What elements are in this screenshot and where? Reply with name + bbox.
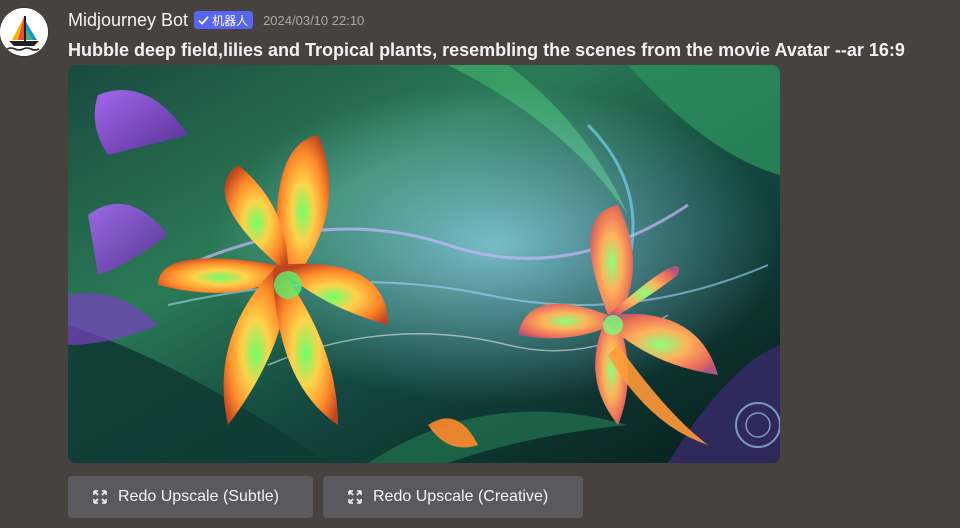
bot-tag: 机器人 <box>194 11 254 29</box>
lilies-artwork-image <box>68 65 780 463</box>
message-header: Midjourney Bot 机器人 2024/03/10 22:10 <box>68 8 364 32</box>
bot-tag-label: 机器人 <box>212 13 249 28</box>
redo-upscale-subtle-button[interactable]: Redo Upscale (Subtle) <box>68 476 313 518</box>
generated-image[interactable] <box>68 65 780 463</box>
expand-arrows-icon <box>347 489 363 505</box>
redo-upscale-creative-button[interactable]: Redo Upscale (Creative) <box>323 476 583 518</box>
author-name[interactable]: Midjourney Bot <box>68 8 188 32</box>
redo-upscale-subtle-label: Redo Upscale (Subtle) <box>118 488 279 505</box>
sailboat-logo-icon <box>0 8 48 56</box>
chat-message: Midjourney Bot 机器人 2024/03/10 22:10 Hubb… <box>0 0 960 528</box>
bot-avatar[interactable] <box>0 8 48 56</box>
prompt-text: Hubble deep field,lilies and Tropical pl… <box>68 40 905 60</box>
redo-upscale-creative-label: Redo Upscale (Creative) <box>373 488 549 505</box>
checkmark-icon <box>198 15 209 25</box>
message-timestamp: 2024/03/10 22:10 <box>263 12 365 28</box>
expand-arrows-icon <box>92 489 108 505</box>
